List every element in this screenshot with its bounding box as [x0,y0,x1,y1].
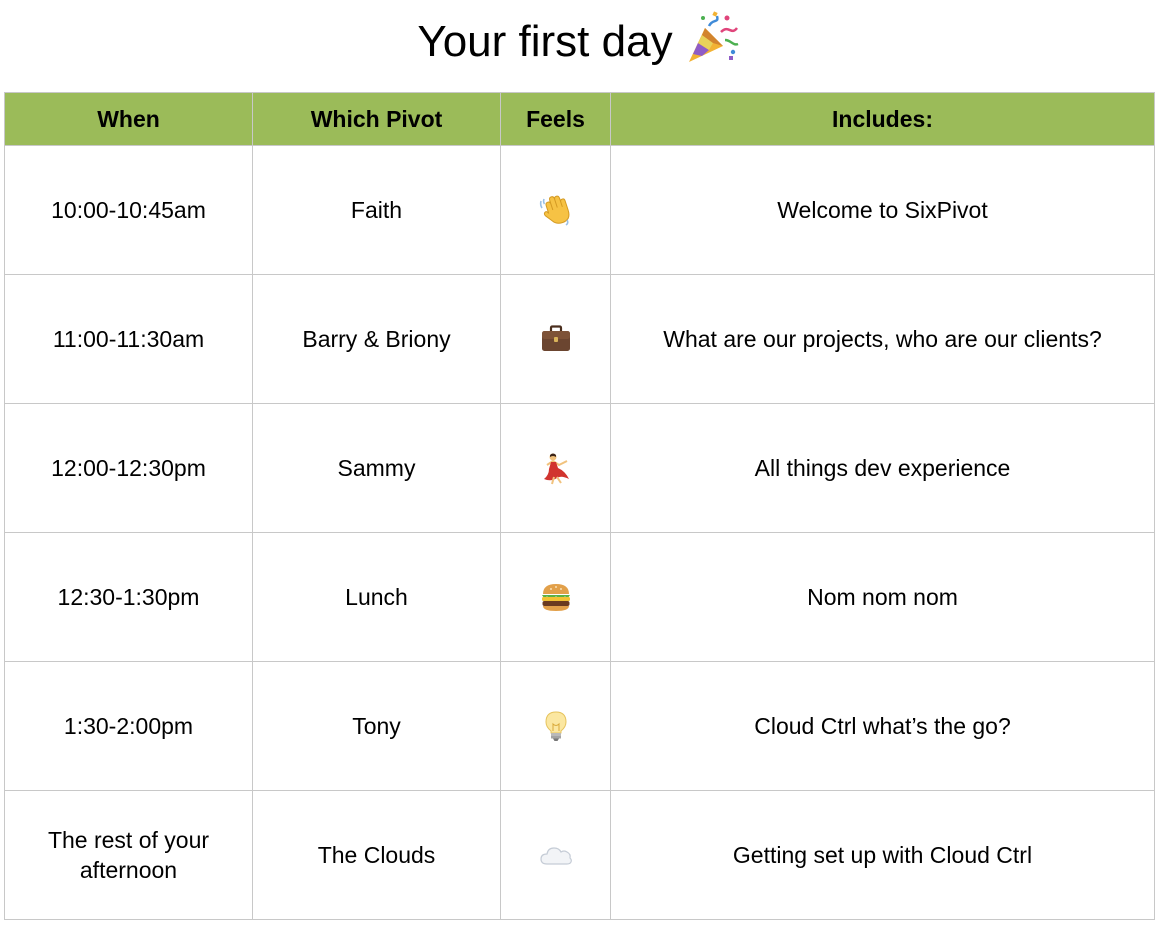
party-popper-icon [683,10,739,66]
cell-includes: Cloud Ctrl what’s the go? [610,661,1155,791]
cell-includes: Nom nom nom [610,532,1155,662]
header-includes: Includes: [610,92,1155,146]
briefcase-icon [539,324,573,351]
cell-feels [500,661,611,791]
table-row: 1:30-2:00pm Tony Cloud Ctrl what’s the g… [4,661,1155,791]
page-title: Your first day [417,17,673,66]
table-row: 10:00-10:45am Faith Welcome to SixPivot [4,145,1155,275]
cell-pivot: Faith [252,145,501,275]
table-row: 12:30-1:30pm Lunch Nom nom nom [4,532,1155,662]
cell-includes: Getting set up with Cloud Ctrl [610,790,1155,920]
light-bulb-icon [539,711,573,741]
cell-includes: Welcome to SixPivot [610,145,1155,275]
cell-feels [500,532,611,662]
cell-when: 10:00-10:45am [4,145,253,275]
cell-pivot: The Clouds [252,790,501,920]
header-which-pivot: Which Pivot [252,92,501,146]
cell-pivot: Barry & Briony [252,274,501,404]
cell-feels [500,403,611,533]
header-feels: Feels [500,92,611,146]
page-title-line: Your first day [0,11,1156,72]
waving-hand-icon [539,195,573,226]
table-row: The rest of your afternoon The Clouds Ge… [4,790,1155,920]
table-row: 12:00-12:30pm Sammy All things dev exper… [4,403,1155,533]
cell-feels [500,274,611,404]
cell-when: 12:30-1:30pm [4,532,253,662]
dancer-icon [539,453,573,485]
cell-when-text: The rest of your afternoon [47,827,210,883]
cloud-icon [539,840,573,866]
cell-includes: What are our projects, who are our clien… [610,274,1155,404]
cell-when: 1:30-2:00pm [4,661,253,791]
cell-feels [500,790,611,920]
cell-pivot: Lunch [252,532,501,662]
cell-pivot: Tony [252,661,501,791]
cell-pivot: Sammy [252,403,501,533]
cell-when: 12:00-12:30pm [4,403,253,533]
table-header-row: When Which Pivot Feels Includes: [4,92,1155,146]
header-when: When [4,92,253,146]
hamburger-icon [539,582,573,611]
schedule-table: When Which Pivot Feels Includes: 10:00-1… [4,92,1155,920]
cell-feels [500,145,611,275]
cell-when: The rest of your afternoon [4,790,253,920]
table-row: 11:00-11:30am Barry & Briony What are ou… [4,274,1155,404]
cell-when: 11:00-11:30am [4,274,253,404]
cell-includes: All things dev experience [610,403,1155,533]
title-area: Your first day [0,0,1156,92]
